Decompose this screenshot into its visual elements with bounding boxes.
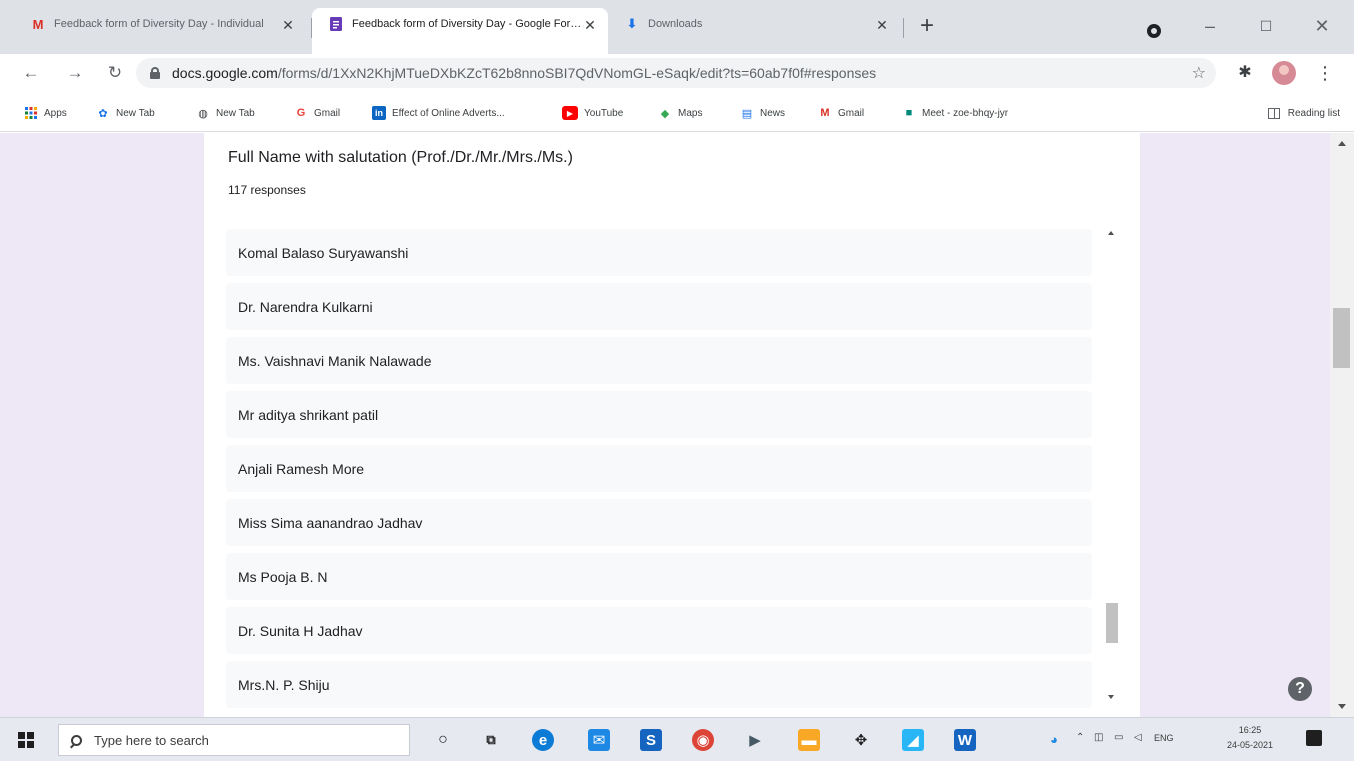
tab-title: Feedback form of Diversity Day - Google …: [352, 18, 582, 30]
tab-title: Downloads: [648, 18, 703, 30]
close-tab-icon[interactable]: ✕: [874, 17, 890, 34]
tab-strip: M Feedback form of Diversity Day - Indiv…: [0, 0, 1354, 54]
page-scrollbar[interactable]: [1330, 133, 1354, 717]
tab-title: Feedback form of Diversity Day - Individ…: [54, 18, 264, 30]
response-count: 117 responses: [228, 183, 306, 197]
scroll-down-arrow-icon[interactable]: [1108, 695, 1114, 699]
window-close-icon[interactable]: ✕: [1304, 12, 1340, 40]
response-list-scrollbar[interactable]: [1104, 225, 1120, 705]
bookmark-apps[interactable]: Apps: [24, 104, 67, 122]
download-icon: ⬇: [626, 16, 638, 31]
list-item: Ms. Vaishnavi Manik Nalawade: [226, 337, 1092, 384]
minimize-icon[interactable]: –: [1192, 12, 1228, 40]
language-indicator[interactable]: ENG: [1154, 733, 1174, 743]
close-tab-icon[interactable]: ✕: [582, 17, 598, 34]
tab-google-forms[interactable]: Feedback form of Diversity Day - Google …: [312, 8, 608, 54]
response-list[interactable]: Komal Balaso Suryawanshi Dr. Narendra Ku…: [226, 229, 1092, 715]
speaker-volume-icon[interactable]: ◁: [1134, 732, 1142, 743]
pinned-app-icon[interactable]: ◢: [902, 729, 924, 751]
youtube-icon: ▶: [562, 106, 578, 120]
chevron-up-icon[interactable]: ⌃: [1076, 732, 1084, 743]
tab-gmail-feedback[interactable]: M Feedback form of Diversity Day - Indiv…: [14, 8, 306, 54]
lock-icon: [150, 67, 160, 79]
bookmark-gmail-2[interactable]: M Gmail: [818, 104, 864, 122]
network-icon[interactable]: ◫: [1094, 732, 1103, 743]
bookmark-new-tab[interactable]: ✿ New Tab: [96, 104, 154, 122]
forms-icon: [328, 17, 344, 31]
reload-icon[interactable]: ↻: [102, 60, 128, 86]
scroll-thumb[interactable]: [1106, 603, 1118, 643]
list-item: Mr aditya shrikant patil: [226, 391, 1092, 438]
google-icon: G: [296, 107, 306, 119]
globe-icon: ◍: [198, 107, 208, 120]
windows-taskbar: Type here to search ○ ⧉ e ✉ S ◉ ▶ ▬ ✥ ◢ …: [0, 717, 1354, 761]
mail-envelope-icon[interactable]: ✉: [588, 729, 610, 751]
bookmark-gmail[interactable]: G Gmail: [294, 104, 340, 122]
question-title: Full Name with salutation (Prof./Dr./Mr.…: [228, 149, 573, 166]
reading-list-button[interactable]: Reading list: [1267, 104, 1340, 122]
scroll-down-arrow-icon[interactable]: [1338, 704, 1346, 709]
news-icon: ▤: [741, 107, 753, 120]
browser-toolbar: ← → ↻ docs.google.com/forms/d/1XxN2KhjMT…: [0, 54, 1354, 92]
dropbox-icon[interactable]: ✥: [850, 729, 872, 751]
cortana-circle-icon[interactable]: ○: [432, 729, 454, 751]
notification-center-icon[interactable]: [1306, 730, 1322, 746]
url-text: docs.google.com/forms/d/1XxN2KhjMTueDXbK…: [172, 65, 877, 81]
bookmark-maps[interactable]: ◆ Maps: [658, 104, 703, 122]
bookmarks-bar: Apps ✿ New Tab ◍ New Tab G Gmail in Effect o…: [0, 92, 1354, 132]
tray-app-icon[interactable]: ◕: [1050, 732, 1058, 747]
battery-icon[interactable]: ▭: [1114, 732, 1123, 743]
meet-camera-icon: ■: [905, 107, 913, 119]
back-arrow-icon[interactable]: ←: [18, 60, 44, 86]
windows-start-icon[interactable]: [18, 732, 34, 748]
tab-separator: [903, 18, 904, 38]
question-card: Full Name with salutation (Prof./Dr./Mr.…: [204, 133, 1140, 717]
menu-kebab-icon[interactable]: ⋮: [1312, 60, 1338, 86]
bookmark-meet[interactable]: ■ Meet - zoe-bhqy-jyr: [902, 104, 1008, 122]
bookmark-new-tab-2[interactable]: ◍ New Tab: [196, 104, 255, 122]
list-item: Dr. Narendra Kulkarni: [226, 283, 1092, 330]
gear-icon: ✿: [98, 107, 108, 120]
list-item: Mrs.N. P. Shiju: [226, 661, 1092, 708]
list-item: Anjali Ramesh More: [226, 445, 1092, 492]
scroll-up-arrow-icon[interactable]: [1108, 231, 1114, 235]
media-player-icon[interactable]: ▶: [744, 729, 766, 751]
bookmark-online-adverts[interactable]: in Effect of Online Adverts...: [372, 104, 505, 122]
tab-downloads[interactable]: ⬇ Downloads ✕: [608, 8, 900, 54]
system-clock[interactable]: 16:25 24-05-2021: [1214, 723, 1286, 753]
tab-search-icon[interactable]: [1147, 24, 1161, 38]
task-view-icon[interactable]: ⧉: [480, 729, 502, 751]
apps-grid-icon: [24, 106, 38, 120]
bookmark-star-icon[interactable]: ☆: [1192, 63, 1206, 83]
list-item: Dr. Sunita H Jadhav: [226, 607, 1092, 654]
maps-pin-icon: ◆: [660, 107, 670, 120]
gmail-icon: M: [32, 16, 44, 32]
scroll-thumb[interactable]: [1333, 308, 1350, 368]
linkedin-icon: in: [372, 106, 386, 120]
chrome-icon[interactable]: ◉: [692, 729, 714, 751]
reading-list-icon: [1267, 107, 1280, 119]
list-item: Komal Balaso Suryawanshi: [226, 229, 1092, 276]
bookmark-news[interactable]: ▤ News: [740, 104, 785, 122]
gmail-icon: M: [820, 107, 830, 119]
search-icon: [71, 734, 82, 746]
taskbar-search-input[interactable]: Type here to search: [58, 724, 410, 756]
new-tab-plus-icon[interactable]: +: [914, 14, 940, 40]
scroll-up-arrow-icon[interactable]: [1338, 141, 1346, 146]
close-tab-icon[interactable]: ✕: [280, 17, 296, 34]
profile-avatar[interactable]: [1272, 61, 1296, 85]
edge-browser-icon[interactable]: e: [532, 729, 554, 751]
help-question-icon[interactable]: ?: [1288, 677, 1312, 701]
bookmark-youtube[interactable]: ▶ YouTube: [562, 104, 623, 122]
file-explorer-folder-icon[interactable]: ▬: [798, 729, 820, 751]
word-document-icon[interactable]: W: [954, 729, 976, 751]
store-bag-icon[interactable]: S: [640, 729, 662, 751]
address-bar[interactable]: docs.google.com/forms/d/1XxN2KhjMTueDXbK…: [136, 58, 1216, 88]
list-item: Ms Pooja B. N: [226, 553, 1092, 600]
extensions-puzzle-icon[interactable]: ✱: [1232, 60, 1258, 86]
forms-page: Full Name with salutation (Prof./Dr./Mr.…: [0, 133, 1330, 717]
maximize-icon[interactable]: ☐: [1248, 12, 1284, 40]
forward-arrow-icon[interactable]: →: [62, 60, 88, 86]
list-item: Miss Sima aanandrao Jadhav: [226, 499, 1092, 546]
